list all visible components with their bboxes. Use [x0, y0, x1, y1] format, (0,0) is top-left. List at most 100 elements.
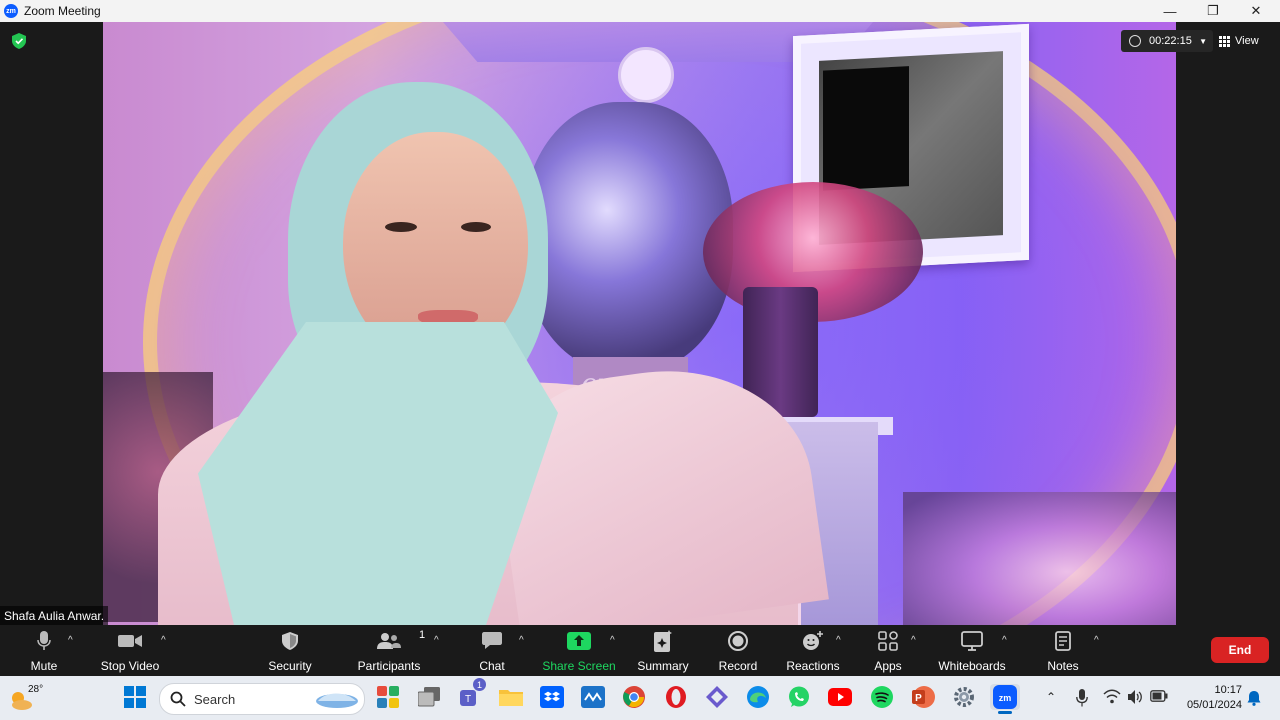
taskbar-date: 05/01/2024 — [1186, 699, 1242, 711]
search-icon — [170, 691, 186, 707]
mute-label: Mute — [30, 659, 58, 673]
encryption-shield-icon[interactable] — [12, 33, 26, 49]
windows-taskbar: 28° Search T1 P zm ⌃ 10:17 05/01/2024 — [0, 676, 1280, 720]
stop-video-label: Stop Video — [100, 659, 160, 673]
taskbar-spotify[interactable] — [869, 684, 895, 710]
close-button[interactable]: ✕ — [1236, 0, 1276, 22]
person-eye-left — [385, 222, 417, 232]
security-button[interactable]: Security — [265, 625, 315, 676]
tray-microphone-icon[interactable] — [1076, 689, 1088, 707]
reactions-options-caret-icon[interactable]: ^ — [836, 635, 841, 646]
wall-clock — [618, 47, 674, 103]
view-button[interactable]: View — [1219, 30, 1259, 52]
battery-icon[interactable] — [1150, 690, 1168, 702]
flower-bouquet-blue — [523, 102, 733, 372]
end-meeting-button[interactable]: End — [1211, 637, 1269, 663]
taskbar-copilot[interactable] — [704, 684, 730, 710]
weather-widget[interactable]: 28° — [8, 682, 48, 714]
taskbar-task-view[interactable] — [416, 684, 442, 710]
grid-view-icon — [1219, 35, 1230, 47]
taskbar-chrome[interactable] — [621, 684, 647, 710]
zoom-taskbar-icon: zm — [993, 685, 1017, 709]
chrome-icon — [623, 686, 645, 708]
taskbar-copilot-pre[interactable] — [375, 684, 401, 710]
participants-icon — [377, 633, 401, 649]
stop-video-button[interactable]: Stop Video — [98, 625, 162, 676]
taskbar-settings[interactable] — [951, 684, 977, 710]
notification-bell-icon[interactable] — [1247, 690, 1261, 706]
taskbar-edge[interactable] — [745, 684, 771, 710]
audio-options-caret-icon[interactable]: ^ — [68, 635, 73, 646]
apps-button[interactable]: Apps — [870, 625, 906, 676]
chevron-down-icon: ▼ — [1199, 36, 1207, 46]
taskbar-search-box[interactable]: Search — [159, 683, 365, 715]
taskbar-file-explorer[interactable] — [498, 684, 524, 710]
share-screen-label: Share Screen — [542, 659, 616, 673]
chat-options-caret-icon[interactable]: ^ — [519, 635, 524, 646]
edge-icon — [747, 686, 769, 708]
apps-icon — [878, 631, 898, 651]
taskbar-zoom[interactable]: zm — [990, 684, 1020, 714]
record-label: Record — [718, 659, 758, 673]
view-label: View — [1235, 35, 1259, 47]
folder-icon — [499, 690, 523, 706]
mobile-app-icon — [581, 686, 605, 708]
task-view-icon — [418, 687, 440, 707]
summary-button[interactable]: Summary — [637, 625, 689, 676]
mute-button[interactable]: Mute — [22, 625, 66, 676]
window-title: Zoom Meeting — [24, 4, 101, 18]
notes-options-caret-icon[interactable]: ^ — [1094, 635, 1099, 646]
taskbar-clock[interactable]: 10:17 05/01/2024 — [1178, 683, 1242, 713]
participants-button[interactable]: 1 Participants — [358, 625, 425, 676]
settings-gear-icon — [954, 687, 974, 707]
window-title-bar: zm Zoom Meeting — ❐ ✕ — [0, 0, 1280, 23]
participant-video[interactable]: ove — [103, 22, 1176, 625]
taskbar-youtube[interactable] — [827, 684, 853, 710]
reactions-label: Reactions — [786, 659, 840, 673]
whiteboards-options-caret-icon[interactable]: ^ — [1002, 635, 1007, 646]
taskbar-powerpoint[interactable]: P — [910, 684, 936, 710]
share-options-caret-icon[interactable]: ^ — [610, 635, 615, 646]
restore-button[interactable]: ❐ — [1193, 0, 1233, 22]
microphone-icon — [37, 631, 51, 650]
person-eye-right — [461, 222, 491, 232]
svg-text:T: T — [465, 694, 471, 705]
video-options-caret-icon[interactable]: ^ — [161, 635, 166, 646]
spotify-icon — [871, 686, 893, 708]
taskbar-teams[interactable]: T1 — [458, 678, 486, 710]
whiteboards-button[interactable]: Whiteboards — [938, 625, 1006, 676]
summary-label: Summary — [637, 659, 689, 673]
windows-logo-icon — [124, 686, 146, 708]
taskbar-dropbox[interactable] — [539, 684, 565, 710]
participants-count: 1 — [419, 629, 426, 641]
meeting-timer[interactable]: 00:22:15 ▼ — [1121, 30, 1213, 52]
notes-label: Notes — [1047, 659, 1079, 673]
opera-icon — [666, 686, 686, 708]
right-flowers — [903, 492, 1176, 625]
record-button[interactable]: Record — [716, 625, 760, 676]
volume-speaker-icon[interactable] — [1127, 689, 1143, 705]
ai-summary-icon — [654, 630, 672, 652]
security-shield-icon — [282, 632, 298, 650]
reactions-button[interactable]: Reactions — [786, 625, 840, 676]
taskbar-opera[interactable] — [663, 684, 689, 710]
reactions-emoji-icon — [803, 631, 823, 650]
svg-text:P: P — [915, 693, 922, 704]
minimize-button[interactable]: — — [1150, 0, 1190, 22]
apps-options-caret-icon[interactable]: ^ — [911, 635, 916, 646]
weather-temperature: 28° — [28, 684, 44, 695]
show-hidden-icons-chevron-icon[interactable]: ⌃ — [1046, 690, 1056, 704]
start-button[interactable] — [122, 684, 148, 710]
network-wifi-icon[interactable] — [1103, 689, 1121, 705]
chat-button[interactable]: Chat — [475, 625, 509, 676]
notes-button[interactable]: Notes — [1045, 625, 1081, 676]
share-screen-button[interactable]: Share Screen — [542, 625, 616, 676]
clock-icon — [1129, 35, 1141, 47]
dropbox-icon — [540, 686, 564, 708]
record-icon — [728, 631, 748, 651]
taskbar-whatsapp[interactable] — [786, 684, 812, 710]
taskbar-mobile-jkn[interactable] — [580, 684, 606, 710]
taskbar-time: 10:17 — [1214, 684, 1242, 696]
apps-label: Apps — [874, 659, 902, 673]
participants-options-caret-icon[interactable]: ^ — [434, 635, 439, 646]
